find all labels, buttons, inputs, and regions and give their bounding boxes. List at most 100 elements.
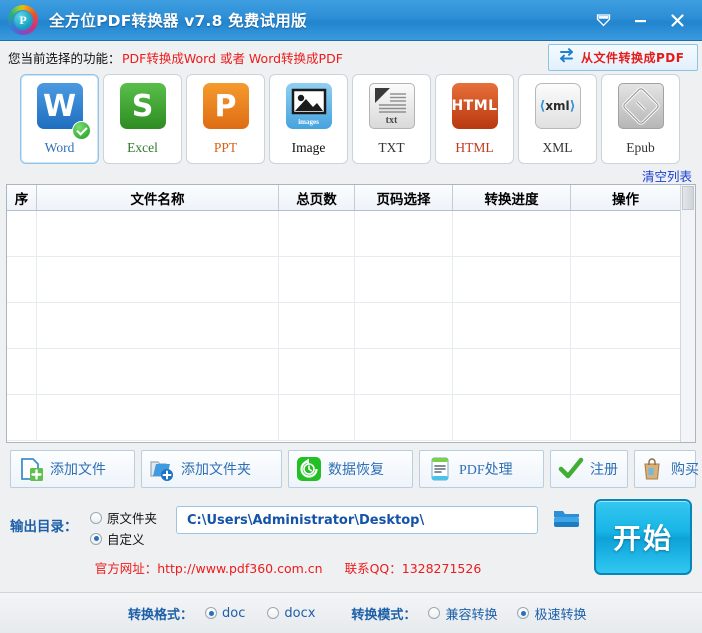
column-header-pagesel: 页码选择 <box>355 185 453 210</box>
register-button[interactable]: 注册 <box>550 450 628 488</box>
radio-compatible[interactable] <box>428 607 441 619</box>
output-option-custom[interactable]: 自定义 <box>90 529 145 548</box>
add-folder-icon <box>149 456 175 482</box>
format-tile-xml[interactable]: ⟨ xml ⟩ XML <box>518 74 597 164</box>
radio-custom-folder[interactable] <box>90 532 102 545</box>
selected-check-icon <box>71 121 91 140</box>
table-row[interactable] <box>7 211 695 257</box>
clear-list-link[interactable]: 清空列表 <box>642 166 692 185</box>
add-file-icon <box>18 456 44 482</box>
radio-docx[interactable] <box>267 607 280 619</box>
table-row[interactable] <box>7 257 695 303</box>
format-caption: XML <box>542 140 573 155</box>
add-folder-label: 添加文件夹 <box>181 463 251 478</box>
format-tile-word[interactable]: W Word <box>20 74 99 164</box>
start-button[interactable]: 开始 <box>594 499 692 575</box>
logo-letter: P <box>14 11 32 29</box>
function-line: 您当前选择的功能： PDF转换成Word 或者 Word转换成PDF 从文件转换… <box>0 41 702 73</box>
mode-option-fast[interactable]: 极速转换 <box>517 604 586 623</box>
ppt-icon: P <box>198 83 254 137</box>
table-row[interactable] <box>7 349 695 395</box>
format-option-doc[interactable]: doc <box>205 606 245 621</box>
data-recovery-label: 数据恢复 <box>328 463 384 478</box>
buy-button[interactable]: 购买 <box>634 450 699 488</box>
xml-icon: ⟨ xml ⟩ <box>530 83 586 137</box>
format-option-label: docx <box>284 605 316 621</box>
app-logo-icon: P <box>8 5 38 35</box>
image-icon-sublabel: images <box>298 118 319 126</box>
format-caption: PPT <box>213 140 238 155</box>
add-file-button[interactable]: 添加文件 <box>10 450 135 488</box>
register-check-icon <box>558 456 584 482</box>
format-tile-excel[interactable]: S Excel <box>103 74 182 164</box>
pdf-process-button[interactable]: PDF处理 <box>419 450 544 488</box>
buy-label: 购买 <box>671 463 699 478</box>
column-header-action: 操作 <box>612 191 639 208</box>
radio-original-folder[interactable] <box>90 511 102 524</box>
contact-qq-text: 联系QQ：1328271526 <box>344 560 482 576</box>
official-site-text: 官方网址：http://www.pdf360.com.cn <box>94 560 323 576</box>
function-label: 您当前选择的功能： <box>8 51 121 66</box>
xml-icon-label: xml <box>545 99 570 113</box>
table-body <box>7 211 695 442</box>
data-recovery-button[interactable]: 数据恢复 <box>288 450 413 488</box>
column-header-progress: 转换进度 <box>453 185 571 210</box>
image-icon: images <box>281 83 337 137</box>
scrollbar-thumb[interactable] <box>682 186 694 210</box>
output-option-label: 原文件夹 <box>107 511 158 526</box>
output-path-input[interactable]: C:\Users\Administrator\Desktop\ <box>176 506 538 534</box>
radio-doc[interactable] <box>205 607 218 619</box>
convert-from-file-label: 从文件转换成PDF <box>581 51 685 65</box>
html-icon-label: HTML <box>451 98 498 114</box>
mode-option-label: 极速转换 <box>534 607 587 623</box>
convert-format-label: 转换格式： <box>128 607 194 623</box>
radio-fast[interactable] <box>517 607 530 619</box>
convert-from-file-button[interactable]: 从文件转换成PDF <box>548 44 698 71</box>
start-button-label: 开始 <box>612 522 673 555</box>
format-tile-txt[interactable]: txt TXT <box>352 74 431 164</box>
info-line: 官方网址：http://www.pdf360.com.cn 联系QQ：13282… <box>0 556 576 578</box>
table-scrollbar[interactable] <box>680 185 695 442</box>
browse-folder-button[interactable] <box>550 506 584 534</box>
output-option-original[interactable]: 原文件夹 <box>90 508 157 527</box>
format-option-docx[interactable]: docx <box>267 606 315 621</box>
function-value: PDF转换成Word 或者 Word转换成PDF <box>122 51 343 66</box>
swap-arrows-icon <box>557 47 576 68</box>
output-option-label: 自定义 <box>107 532 145 547</box>
table-row[interactable] <box>7 395 695 441</box>
output-path-value: C:\Users\Administrator\Desktop\ <box>187 512 425 528</box>
mode-option-label: 兼容转换 <box>445 607 498 623</box>
format-tile-html[interactable]: HTML HTML <box>435 74 514 164</box>
table-row[interactable] <box>7 303 695 349</box>
minimize-icon[interactable] <box>630 10 650 30</box>
title-bar: P 全方位PDF转换器 v7.8 免费试用版 <box>0 0 702 41</box>
table-header-row: 序 文件名称 总页数 页码选择 转换进度 操作 <box>7 185 695 211</box>
application-window: P 全方位PDF转换器 v7.8 免费试用版 您当前选择的功能： PDF转换成W… <box>0 0 702 633</box>
format-tile-epub[interactable]: Epub <box>601 74 680 164</box>
add-folder-button[interactable]: 添加文件夹 <box>141 450 282 488</box>
column-header-pages: 总页数 <box>279 185 355 210</box>
pdf-process-label: PDF处理 <box>459 463 513 478</box>
format-tile-image[interactable]: images Image <box>269 74 348 164</box>
close-icon[interactable] <box>667 10 687 30</box>
register-label: 注册 <box>590 463 618 478</box>
collapse-icon[interactable] <box>593 10 613 30</box>
format-tile-bar: W Word S Excel P PPT images Image txt TX… <box>0 74 702 166</box>
column-header-filename: 文件名称 <box>37 185 279 210</box>
html-icon: HTML <box>447 83 503 137</box>
action-button-bar: 添加文件 添加文件夹 数据恢复 PDF处理 注册 购买 <box>6 450 699 490</box>
epub-icon <box>613 83 669 137</box>
mode-option-compatible[interactable]: 兼容转换 <box>428 604 497 623</box>
convert-mode-label: 转换模式： <box>351 607 417 623</box>
format-caption: HTML <box>455 140 494 155</box>
format-caption: Excel <box>127 140 158 155</box>
word-icon: W <box>32 83 91 140</box>
format-option-label: doc <box>222 605 246 621</box>
data-recovery-icon <box>296 456 322 482</box>
format-caption: Word <box>44 140 75 155</box>
format-caption: Epub <box>626 140 655 155</box>
format-tile-ppt[interactable]: P PPT <box>186 74 265 164</box>
window-controls <box>593 10 702 30</box>
txt-icon: txt <box>364 83 420 137</box>
pdf-process-icon <box>427 456 453 482</box>
